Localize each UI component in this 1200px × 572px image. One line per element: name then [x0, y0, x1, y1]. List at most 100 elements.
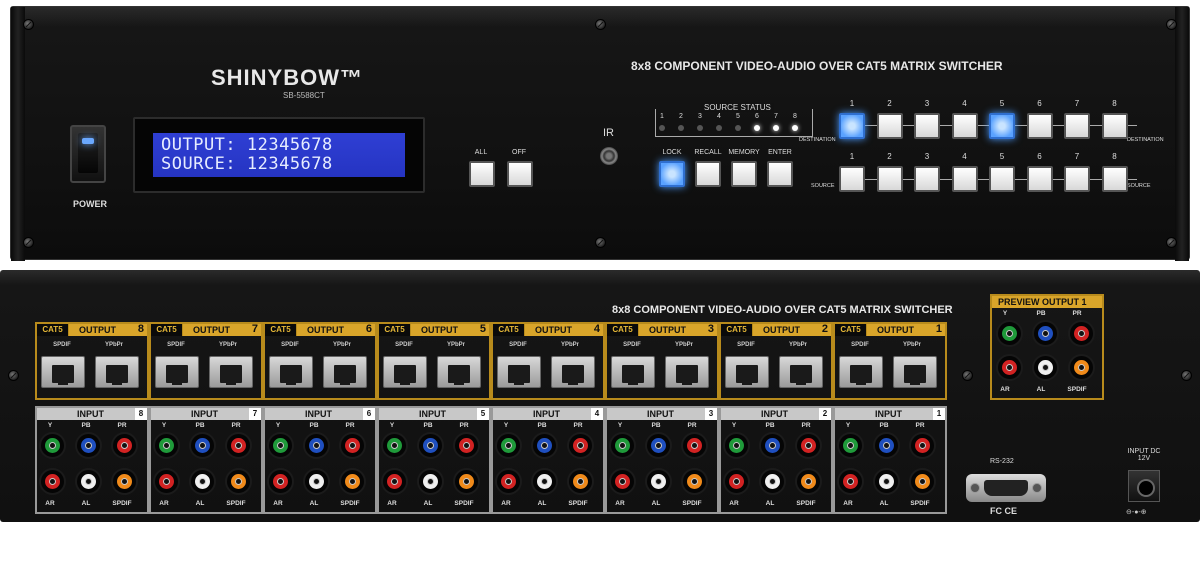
- rca-jack[interactable]: [759, 432, 786, 459]
- all-button[interactable]: [469, 161, 495, 187]
- destination-button-2[interactable]: [876, 113, 903, 139]
- destination-button-6[interactable]: [1026, 113, 1053, 139]
- rca-jack[interactable]: [909, 468, 936, 495]
- lock-button[interactable]: [659, 161, 685, 187]
- rca-jack[interactable]: [609, 432, 636, 459]
- rca-jack[interactable]: [153, 432, 180, 459]
- preview-rca-jack[interactable]: [1032, 354, 1059, 381]
- rca-jack[interactable]: [339, 468, 366, 495]
- destination-button-5[interactable]: [989, 113, 1015, 139]
- rca-jack[interactable]: [495, 432, 522, 459]
- preview-rca-jack[interactable]: [1068, 354, 1095, 381]
- rca-jack[interactable]: [453, 468, 480, 495]
- rca-jack[interactable]: [267, 468, 294, 495]
- rca-jack[interactable]: [909, 432, 936, 459]
- source-button-3[interactable]: [914, 166, 940, 192]
- rca-jack[interactable]: [75, 432, 102, 459]
- preview-rca-jack[interactable]: [996, 354, 1023, 381]
- rca-jack[interactable]: [495, 468, 522, 495]
- rca-jack[interactable]: [189, 432, 216, 459]
- dc-power-jack[interactable]: [1128, 470, 1160, 502]
- rca-jack[interactable]: [303, 432, 330, 459]
- power-switch[interactable]: [70, 125, 106, 183]
- preview-rca-jack[interactable]: [996, 320, 1023, 347]
- rca-jack[interactable]: [381, 468, 408, 495]
- rca-jack[interactable]: [381, 432, 408, 459]
- source-button-6[interactable]: [1026, 166, 1053, 192]
- destination-button-7[interactable]: [1064, 113, 1090, 139]
- enter-button[interactable]: [767, 161, 793, 187]
- rca-jack[interactable]: [567, 432, 594, 459]
- rca-jack[interactable]: [837, 432, 864, 459]
- rca-jack[interactable]: [681, 432, 708, 459]
- destination-button-4[interactable]: [951, 113, 978, 139]
- rca-jack[interactable]: [225, 468, 252, 495]
- memory-button[interactable]: [731, 161, 757, 187]
- cat5-spdif-port[interactable]: [839, 356, 883, 388]
- destination-button-8[interactable]: [1101, 113, 1128, 139]
- cat5-ypbpr-port[interactable]: [209, 356, 253, 388]
- cat5-spdif-port[interactable]: [155, 356, 199, 388]
- rca-jack[interactable]: [189, 468, 216, 495]
- rca-jack[interactable]: [153, 468, 180, 495]
- source-button-8[interactable]: [1101, 166, 1128, 192]
- rca-jack[interactable]: [645, 432, 672, 459]
- lcd-display: OUTPUT: 12345678 SOURCE: 12345678: [133, 117, 425, 193]
- source-button-7[interactable]: [1064, 166, 1090, 192]
- rca-jack[interactable]: [339, 432, 366, 459]
- recall-button[interactable]: [695, 161, 721, 187]
- source-button-5[interactable]: [989, 166, 1015, 192]
- cat5-spdif-port[interactable]: [497, 356, 541, 388]
- cat5-spdif-port[interactable]: [383, 356, 427, 388]
- rca-jack[interactable]: [417, 468, 444, 495]
- rca-jack[interactable]: [795, 468, 822, 495]
- rca-jack[interactable]: [267, 432, 294, 459]
- rca-jack[interactable]: [567, 468, 594, 495]
- status-led-icon: [792, 125, 798, 131]
- rca-jack[interactable]: [681, 468, 708, 495]
- cat5-ypbpr-port[interactable]: [665, 356, 709, 388]
- rca-jack[interactable]: [531, 468, 558, 495]
- rca-jack[interactable]: [39, 432, 66, 459]
- destination-button-3[interactable]: [914, 113, 940, 139]
- rca-jack[interactable]: [873, 468, 900, 495]
- preview-rca-jack[interactable]: [1032, 320, 1059, 347]
- cat5-spdif-port[interactable]: [41, 356, 85, 388]
- cat5-spdif-port[interactable]: [269, 356, 313, 388]
- rca-jack[interactable]: [417, 432, 444, 459]
- cat5-ypbpr-port[interactable]: [437, 356, 481, 388]
- rca-jack[interactable]: [723, 432, 750, 459]
- rca-jack[interactable]: [759, 468, 786, 495]
- rs232-port[interactable]: [966, 474, 1046, 502]
- rca-jack[interactable]: [723, 468, 750, 495]
- source-button-4[interactable]: [951, 166, 978, 192]
- status-led-number: 7: [774, 113, 778, 120]
- rca-jack[interactable]: [75, 468, 102, 495]
- rca-jack[interactable]: [453, 432, 480, 459]
- cat5-spdif-port[interactable]: [611, 356, 655, 388]
- cat5-ypbpr-port[interactable]: [323, 356, 367, 388]
- cat5-ypbpr-port[interactable]: [551, 356, 595, 388]
- destination-button-1[interactable]: [839, 113, 865, 139]
- rca-jack[interactable]: [531, 432, 558, 459]
- rca-jack[interactable]: [837, 468, 864, 495]
- preview-rca-jack[interactable]: [1068, 320, 1095, 347]
- rca-jack[interactable]: [39, 468, 66, 495]
- off-button[interactable]: [507, 161, 533, 187]
- rca-jack[interactable]: [111, 432, 138, 459]
- input-label: INPUT: [647, 409, 674, 419]
- rca-jack[interactable]: [645, 468, 672, 495]
- output-block-4: CAT5 OUTPUT 4 SPDIF YPbPr: [491, 322, 605, 400]
- source-button-2[interactable]: [876, 166, 903, 192]
- rca-jack[interactable]: [225, 432, 252, 459]
- cat5-ypbpr-port[interactable]: [95, 356, 139, 388]
- rca-jack[interactable]: [873, 432, 900, 459]
- cat5-ypbpr-port[interactable]: [779, 356, 823, 388]
- rca-jack[interactable]: [111, 468, 138, 495]
- cat5-spdif-port[interactable]: [725, 356, 769, 388]
- source-button-1[interactable]: [839, 166, 865, 192]
- rca-jack[interactable]: [609, 468, 636, 495]
- rca-jack[interactable]: [303, 468, 330, 495]
- rca-jack[interactable]: [795, 432, 822, 459]
- cat5-ypbpr-port[interactable]: [893, 356, 937, 388]
